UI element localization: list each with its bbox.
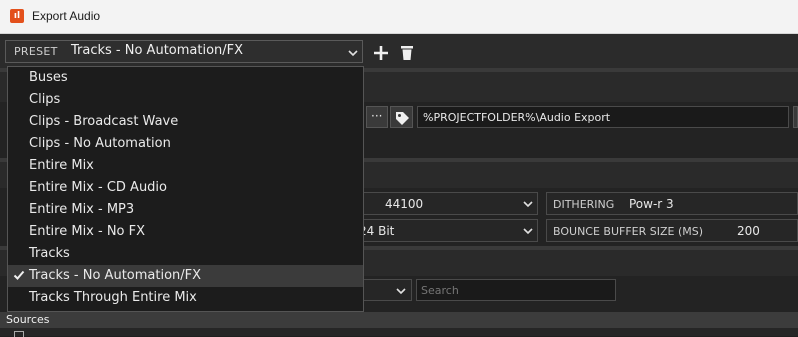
tag-icon xyxy=(396,112,409,125)
sample-rate-value: 44100 xyxy=(385,197,424,211)
preset-option-label: Entire Mix - No FX xyxy=(29,224,146,239)
tag-button[interactable] xyxy=(390,106,413,128)
preset-option-label: Tracks Through Entire Mix xyxy=(29,290,197,305)
add-preset-icon[interactable] xyxy=(372,44,390,62)
preset-option-entire-mix-no-fx[interactable]: Entire Mix - No FX xyxy=(8,221,363,243)
folder-extra-button[interactable] xyxy=(793,106,798,128)
preset-select[interactable]: PRESET Tracks - No Automation/FX xyxy=(5,40,363,63)
preset-option-label: Clips - No Automation xyxy=(29,136,171,151)
chevron-down-icon xyxy=(348,50,358,57)
preset-label: PRESET xyxy=(14,45,58,58)
chevron-down-icon xyxy=(396,288,406,295)
preset-option-label: Clips - Broadcast Wave xyxy=(29,114,179,129)
dithering-value: Pow-r 3 xyxy=(629,197,674,211)
sources-label: Sources xyxy=(6,313,50,326)
title-bar: ıl Export Audio xyxy=(0,0,798,34)
chevron-down-icon xyxy=(523,228,533,235)
browse-button[interactable]: ··· xyxy=(366,106,388,128)
dithering-label: DITHERING xyxy=(553,198,615,211)
preset-option-buses[interactable]: Buses xyxy=(8,67,363,89)
preset-option-tracks[interactable]: Tracks xyxy=(8,243,363,265)
search-input[interactable] xyxy=(416,279,616,301)
preset-option-tracks-no-automation-fx[interactable]: Tracks - No Automation/FX xyxy=(8,265,363,287)
preset-option-label: Entire Mix - MP3 xyxy=(29,202,135,217)
checkbox[interactable] xyxy=(14,331,24,337)
bounce-buffer-value: 200 xyxy=(737,224,760,238)
preset-option-clips-no-automation[interactable]: Clips - No Automation xyxy=(8,133,363,155)
preset-option-label: Entire Mix xyxy=(29,158,94,173)
bounce-buffer-select[interactable]: BOUNCE BUFFER SIZE (MS) 200 xyxy=(546,219,798,242)
preset-option-label: Tracks - No Automation/FX xyxy=(29,268,202,283)
sources-list xyxy=(0,328,798,337)
preset-option-entire-mix-mp3[interactable]: Entire Mix - MP3 xyxy=(8,199,363,221)
bit-depth-select[interactable]: 24 Bit xyxy=(340,219,538,242)
preset-option-entire-mix[interactable]: Entire Mix xyxy=(8,155,363,177)
sample-rate-select[interactable]: 44100 xyxy=(340,192,538,215)
export-folder-path: %PROJECTFOLDER%\Audio Export xyxy=(423,111,611,124)
preset-option-label: Clips xyxy=(29,92,61,107)
preset-option-label: Buses xyxy=(29,70,68,85)
preset-option-clips-broadcast-wave[interactable]: Clips - Broadcast Wave xyxy=(8,111,363,133)
preset-value: Tracks - No Automation/FX xyxy=(71,43,244,58)
bounce-buffer-label: BOUNCE BUFFER SIZE (MS) xyxy=(553,225,704,238)
preset-option-entire-mix-cd-audio[interactable]: Entire Mix - CD Audio xyxy=(8,177,363,199)
chevron-down-icon xyxy=(523,201,533,208)
preset-option-clips[interactable]: Clips xyxy=(8,89,363,111)
sources-header: Sources xyxy=(0,312,798,328)
preset-option-tracks-through-entire-mix[interactable]: Tracks Through Entire Mix xyxy=(8,287,363,309)
app-icon: ıl xyxy=(10,9,24,23)
window-title: Export Audio xyxy=(32,9,101,23)
preset-option-label: Entire Mix - CD Audio xyxy=(29,180,167,195)
preset-option-label: Tracks xyxy=(29,246,70,261)
export-folder-field[interactable]: %PROJECTFOLDER%\Audio Export xyxy=(417,106,789,128)
bit-depth-value: 24 Bit xyxy=(359,224,395,238)
browse-label: ··· xyxy=(371,109,383,123)
dithering-select[interactable]: DITHERING Pow-r 3 xyxy=(546,192,798,215)
delete-preset-icon[interactable] xyxy=(398,44,416,62)
preset-dropdown-menu: Buses Clips Clips - Broadcast Wave Clips… xyxy=(7,66,364,312)
checkmark-icon xyxy=(13,270,25,280)
